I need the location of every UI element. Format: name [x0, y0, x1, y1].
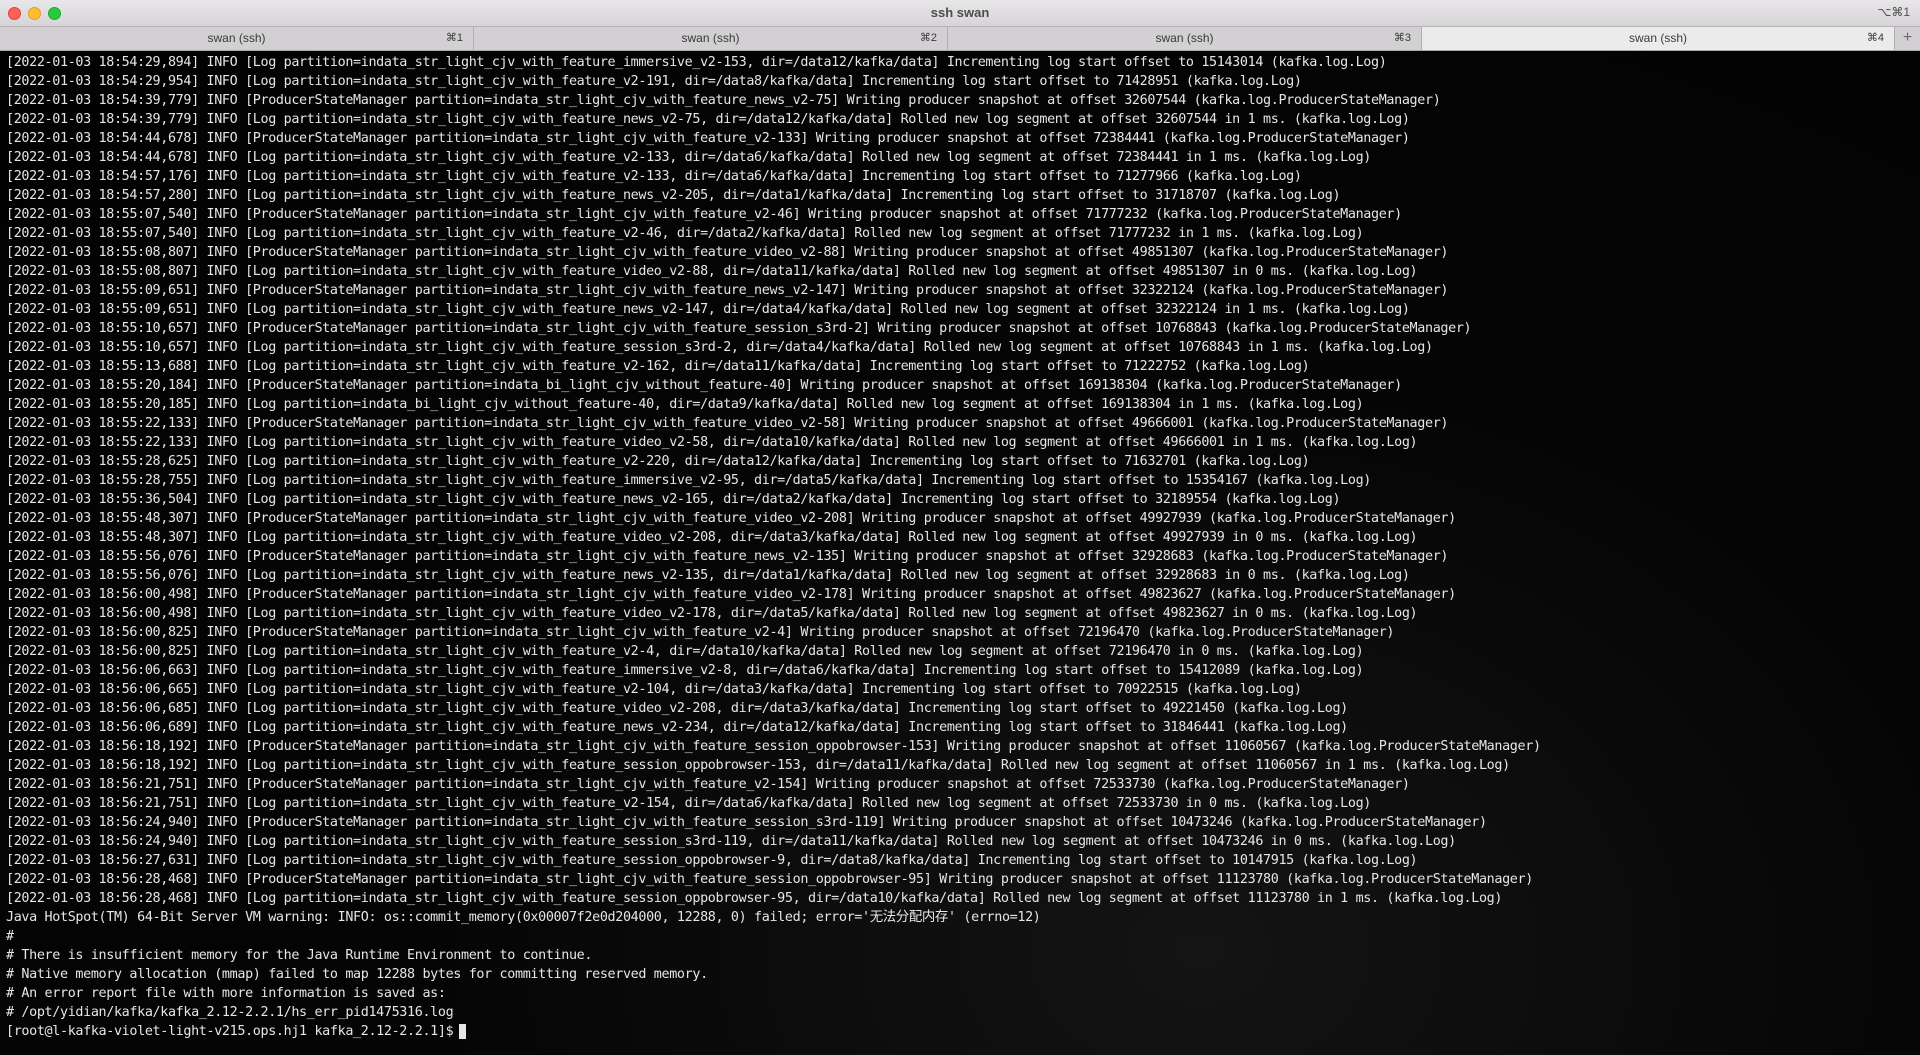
terminal-line: [2022-01-03 18:56:18,192] INFO [Log part… — [6, 758, 1510, 773]
terminal-line: [2022-01-03 18:56:18,192] INFO [Producer… — [6, 739, 1541, 754]
terminal-line: [2022-01-03 18:55:09,651] INFO [Log part… — [6, 302, 1410, 317]
terminal-line: [2022-01-03 18:54:57,280] INFO [Log part… — [6, 188, 1341, 203]
shell-prompt-line[interactable]: [root@l-kafka-violet-light-v215.ops.hj1 … — [6, 1022, 1541, 1041]
terminal-line: [2022-01-03 18:55:28,625] INFO [Log part… — [6, 454, 1310, 469]
terminal-line: [2022-01-03 18:56:28,468] INFO [Producer… — [6, 872, 1533, 887]
terminal-line: [2022-01-03 18:55:56,076] INFO [Producer… — [6, 549, 1449, 564]
terminal-line: [2022-01-03 18:56:00,498] INFO [Producer… — [6, 587, 1456, 602]
terminal-line: [2022-01-03 18:56:21,751] INFO [Producer… — [6, 777, 1410, 792]
window-title: ssh swan — [930, 5, 990, 20]
terminal-line: # — [6, 929, 14, 944]
tab-shortcut: ⌘1 — [445, 32, 463, 44]
terminal-line: # /opt/yidian/kafka/kafka_2.12-2.2.1/hs_… — [6, 1005, 454, 1020]
terminal-line: [2022-01-03 18:55:22,133] INFO [Log part… — [6, 435, 1418, 450]
terminal-line: [2022-01-03 18:54:57,176] INFO [Log part… — [6, 169, 1302, 184]
terminal-line: [2022-01-03 18:54:44,678] INFO [Log part… — [6, 150, 1371, 165]
terminal-line: [2022-01-03 18:55:07,540] INFO [Producer… — [6, 207, 1402, 222]
terminal-line: [2022-01-03 18:55:08,807] INFO [Log part… — [6, 264, 1418, 279]
terminal-line: [2022-01-03 18:55:10,657] INFO [Producer… — [6, 321, 1472, 336]
tab-label: swan (ssh) — [1155, 31, 1214, 45]
terminal-line: [2022-01-03 18:55:07,540] INFO [Log part… — [6, 226, 1364, 241]
terminal-line: [2022-01-03 18:55:13,688] INFO [Log part… — [6, 359, 1310, 374]
tab-3[interactable]: swan (ssh) ⌘3 — [948, 27, 1422, 50]
new-tab-button[interactable]: + — [1895, 27, 1920, 50]
terminal-line: [2022-01-03 18:55:28,755] INFO [Log part… — [6, 473, 1371, 488]
tab-bar: swan (ssh) ⌘1 swan (ssh) ⌘2 swan (ssh) ⌘3 swan… — [0, 27, 1920, 51]
terminal-line: # There is insufficient memory for the J… — [6, 948, 593, 963]
terminal-line: [2022-01-03 18:56:28,468] INFO [Log part… — [6, 891, 1503, 906]
terminal-line: [2022-01-03 18:55:36,504] INFO [Log part… — [6, 492, 1341, 507]
terminal-line: [2022-01-03 18:55:48,307] INFO [Log part… — [6, 530, 1418, 545]
terminal-line: [2022-01-03 18:54:29,954] INFO [Log part… — [6, 74, 1302, 89]
terminal-line: [2022-01-03 18:54:29,894] INFO [Log part… — [6, 55, 1387, 70]
tab-label: swan (ssh) — [1628, 31, 1687, 45]
terminal-line: [2022-01-03 18:55:10,657] INFO [Log part… — [6, 340, 1433, 355]
tab-label: swan (ssh) — [207, 31, 266, 45]
terminal-line: [2022-01-03 18:55:08,807] INFO [Producer… — [6, 245, 1449, 260]
terminal-line: # Native memory allocation (mmap) failed… — [6, 967, 708, 982]
terminal-line: [2022-01-03 18:56:06,689] INFO [Log part… — [6, 720, 1348, 735]
terminal-line: Java HotSpot(TM) 64-Bit Server VM warnin… — [6, 910, 1041, 925]
terminal-line: [2022-01-03 18:55:09,651] INFO [Producer… — [6, 283, 1449, 298]
tab-1[interactable]: swan (ssh) ⌘1 — [0, 27, 474, 50]
terminal-output[interactable]: [2022-01-03 18:54:29,894] INFO [Log part… — [0, 51, 1920, 1055]
terminal-lines: [2022-01-03 18:54:29,894] INFO [Log part… — [6, 53, 1541, 1041]
shell-prompt: [root@l-kafka-violet-light-v215.ops.hj1 … — [6, 1024, 454, 1039]
terminal-line: [2022-01-03 18:56:00,825] INFO [Log part… — [6, 644, 1364, 659]
terminal-line: [2022-01-03 18:56:00,825] INFO [Producer… — [6, 625, 1395, 640]
terminal-line: [2022-01-03 18:56:24,940] INFO [Producer… — [6, 815, 1487, 830]
terminal-line: [2022-01-03 18:55:56,076] INFO [Log part… — [6, 568, 1410, 583]
terminal-window: ssh swan ⌥⌘1 swan (ssh) ⌘1 swan (ssh) ⌘2 swa… — [0, 0, 1920, 1055]
terminal-line: [2022-01-03 18:54:44,678] INFO [Producer… — [6, 131, 1410, 146]
terminal-line: [2022-01-03 18:55:20,184] INFO [Producer… — [6, 378, 1402, 393]
terminal-line: [2022-01-03 18:56:27,631] INFO [Log part… — [6, 853, 1418, 868]
tab-4[interactable]: swan (ssh) ⌘4 — [1422, 27, 1895, 50]
tab-2[interactable]: swan (ssh) ⌘2 — [474, 27, 948, 50]
window-shortcut: ⌥⌘1 — [1877, 5, 1910, 19]
tab-shortcut: ⌘4 — [1866, 32, 1884, 44]
terminal-line: [2022-01-03 18:56:06,685] INFO [Log part… — [6, 701, 1348, 716]
terminal-line: [2022-01-03 18:56:06,665] INFO [Log part… — [6, 682, 1302, 697]
tab-label: swan (ssh) — [681, 31, 740, 45]
terminal-line: [2022-01-03 18:54:39,779] INFO [Producer… — [6, 93, 1441, 108]
text-cursor — [459, 1024, 467, 1039]
tab-shortcut: ⌘2 — [919, 32, 937, 44]
terminal-line: [2022-01-03 18:56:06,663] INFO [Log part… — [6, 663, 1364, 678]
terminal-line: [2022-01-03 18:56:24,940] INFO [Log part… — [6, 834, 1456, 849]
tab-shortcut: ⌘3 — [1393, 32, 1411, 44]
terminal-line: [2022-01-03 18:55:20,185] INFO [Log part… — [6, 397, 1364, 412]
title-bar[interactable]: ssh swan ⌥⌘1 — [0, 0, 1920, 27]
terminal-line: [2022-01-03 18:54:39,779] INFO [Log part… — [6, 112, 1410, 127]
terminal-line: [2022-01-03 18:56:00,498] INFO [Log part… — [6, 606, 1418, 621]
terminal-line: [2022-01-03 18:55:48,307] INFO [Producer… — [6, 511, 1456, 526]
terminal-line: [2022-01-03 18:56:21,751] INFO [Log part… — [6, 796, 1371, 811]
terminal-line: # An error report file with more informa… — [6, 986, 446, 1001]
terminal-line: [2022-01-03 18:55:22,133] INFO [Producer… — [6, 416, 1449, 431]
